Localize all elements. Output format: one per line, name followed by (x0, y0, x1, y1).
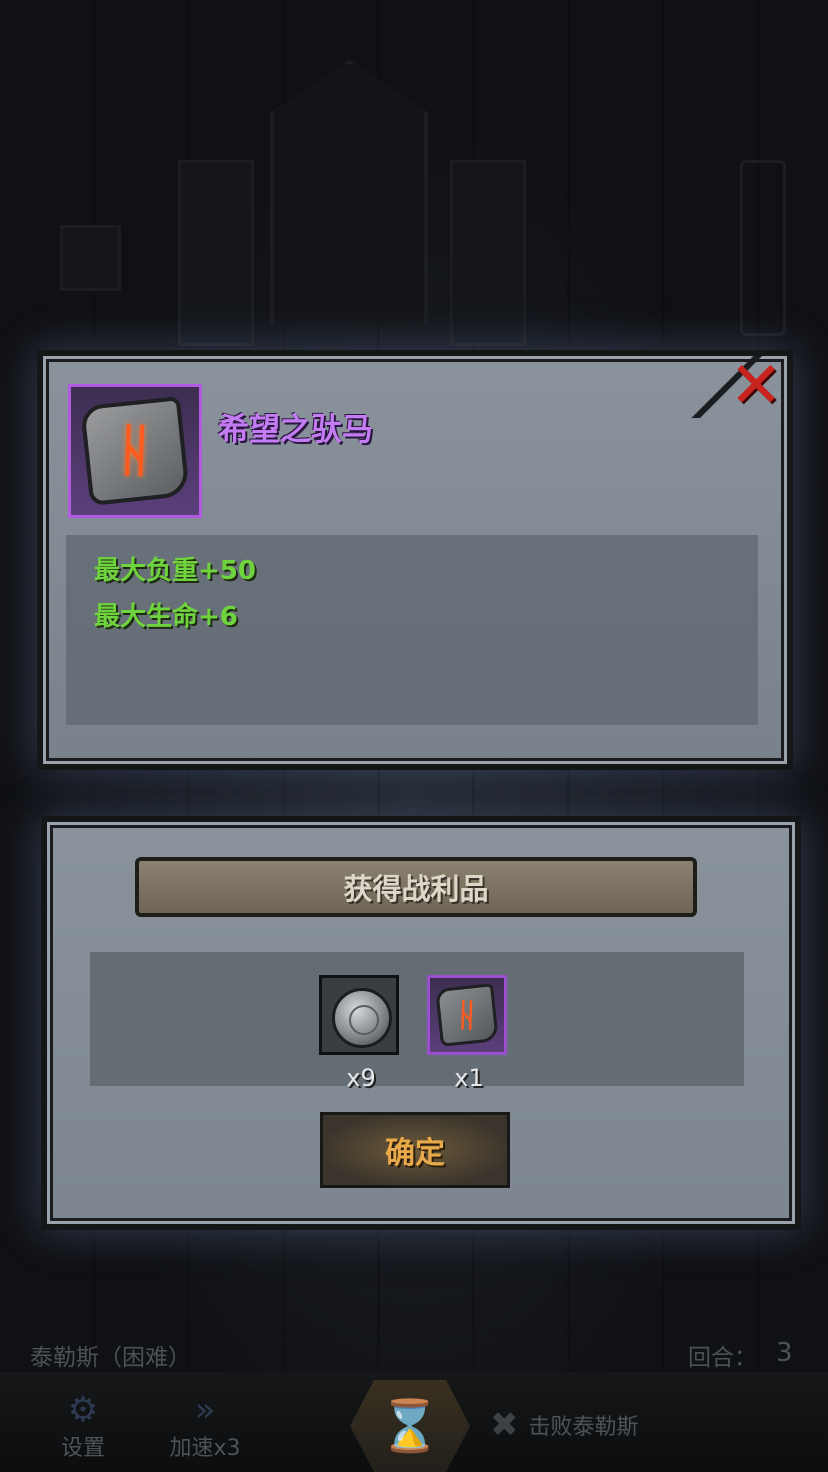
loot-quantity-coin: x9 (346, 1064, 376, 1092)
stat-max-weight: 最大负重+50 (94, 556, 256, 586)
loot-item-rune[interactable]: ᚺ (427, 975, 507, 1055)
rune-glyph: ᚺ (117, 417, 153, 485)
speed-button[interactable]: » 加速x3 (160, 1390, 250, 1468)
rune-stone-icon: ᚺ (80, 396, 190, 506)
boss-name: 泰勒斯（困难） (30, 1345, 191, 1371)
rune-stone-icon: ᚺ (435, 983, 499, 1047)
speed-label: 加速x3 (169, 1436, 241, 1461)
crossed-swords-icon: ✖ (490, 1405, 519, 1445)
round-value: 3 (776, 1338, 793, 1368)
settings-button[interactable]: ⚙ 设置 (48, 1390, 118, 1468)
settings-label: 设置 (60, 1436, 105, 1461)
defeat-boss-objective: ✖ 击败泰勒斯 (490, 1405, 639, 1445)
silver-coin-icon (332, 988, 392, 1048)
loot-title-banner: 获得战利品 (135, 857, 697, 917)
loot-item-coin[interactable] (319, 975, 399, 1055)
round-label: 回合： (688, 1345, 757, 1371)
item-icon-frame: ᚺ (68, 384, 202, 518)
fast-forward-icon: » (194, 1390, 216, 1430)
close-button[interactable]: ✕ (725, 354, 787, 418)
coin-portrait (349, 1005, 379, 1035)
stat-max-health: 最大生命+6 (94, 602, 238, 632)
loot-items-area (90, 952, 744, 1086)
gear-icon: ⚙ (67, 1390, 99, 1430)
hourglass-icon[interactable]: ⌛ (350, 1380, 470, 1472)
defeat-label: 击败泰勒斯 (528, 1415, 639, 1440)
item-name: 希望之驮马 (218, 412, 373, 448)
loot-quantity-rune: x1 (454, 1064, 484, 1092)
rune-glyph-small: ᚺ (456, 995, 478, 1035)
confirm-button[interactable]: 确定 (320, 1112, 510, 1188)
